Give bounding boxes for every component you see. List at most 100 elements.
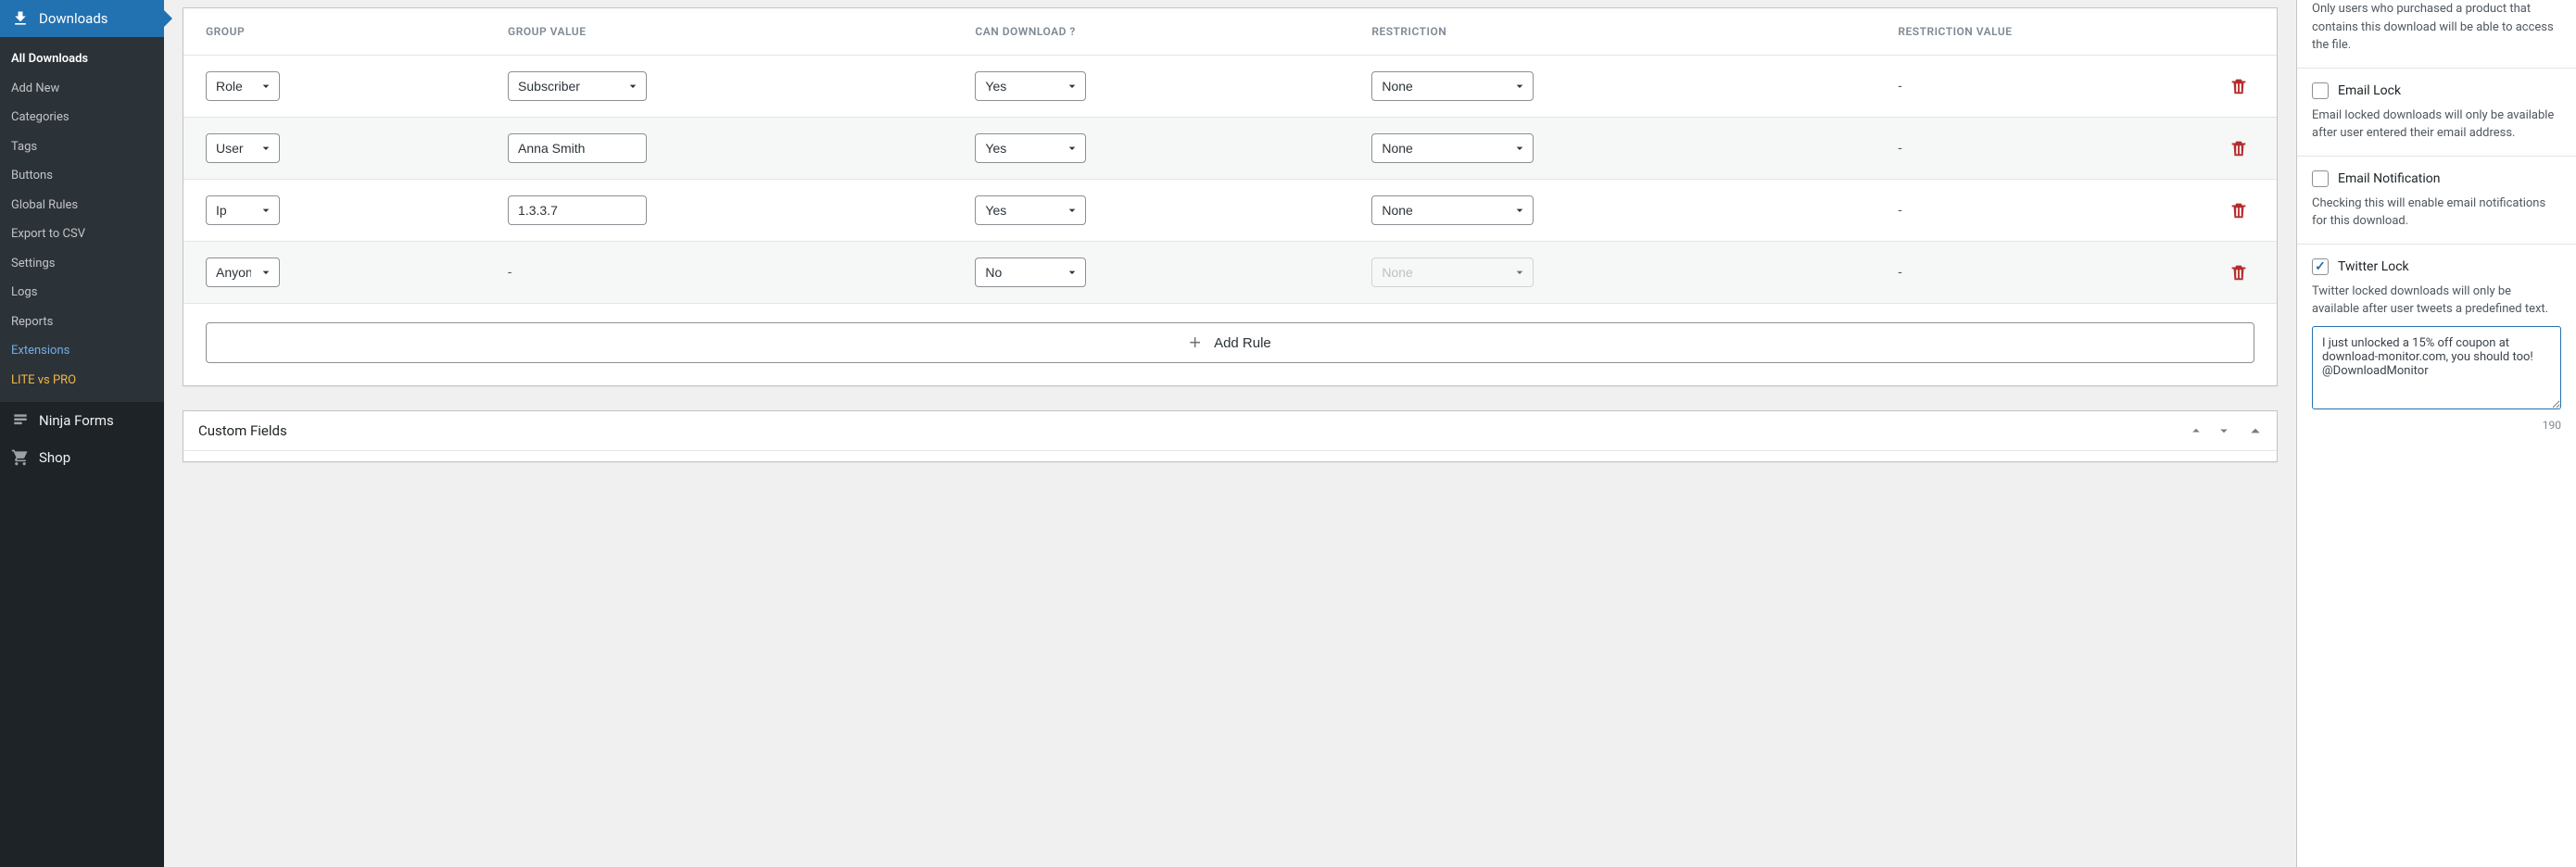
delete-rule-button[interactable] bbox=[2229, 75, 2249, 97]
sidebar-subitem-label: Categories bbox=[11, 110, 69, 124]
add-rule-button[interactable]: + Add Rule bbox=[206, 322, 2254, 363]
sidebar-subitem-export-csv[interactable]: Export to CSV bbox=[0, 220, 164, 249]
group-select[interactable]: User bbox=[206, 133, 280, 163]
sidebar-subitem-label: Buttons bbox=[11, 169, 53, 182]
restriction-value: - bbox=[1875, 118, 2206, 180]
caret-up-icon[interactable] bbox=[2249, 424, 2262, 437]
group-value-select[interactable]: Subscriber bbox=[508, 71, 647, 101]
sidebar-submenu: All Downloads Add New Categories Tags Bu… bbox=[0, 37, 164, 402]
sidebar-subitem-label: Global Rules bbox=[11, 198, 78, 212]
option-desc: Checking this will enable email notifica… bbox=[2312, 195, 2561, 231]
sidebar-item-label: Ninja Forms bbox=[39, 412, 114, 429]
can-download-select[interactable]: No bbox=[975, 258, 1086, 287]
sidebar-subitem-extensions[interactable]: Extensions bbox=[0, 336, 164, 366]
restriction-select[interactable]: None bbox=[1371, 195, 1534, 225]
restriction-select-disabled: None bbox=[1371, 258, 1534, 287]
option-block-email-notification: Email Notification Checking this will en… bbox=[2297, 157, 2576, 245]
admin-sidebar: Downloads All Downloads Add New Categori… bbox=[0, 0, 164, 867]
custom-fields-postbox: Custom Fields bbox=[183, 410, 2278, 462]
sidebar-subitem-label: LITE vs PRO bbox=[11, 373, 76, 387]
delete-rule-button[interactable] bbox=[2229, 199, 2249, 221]
chevron-up-icon[interactable] bbox=[2188, 422, 2204, 439]
option-label: Twitter Lock bbox=[2338, 258, 2409, 277]
form-icon bbox=[11, 411, 30, 430]
th-restriction-value: RESTRICTION VALUE bbox=[1875, 8, 2206, 56]
delete-rule-button[interactable] bbox=[2229, 261, 2249, 283]
char-count: 190 bbox=[2312, 417, 2561, 434]
email-lock-checkbox[interactable] bbox=[2312, 82, 2329, 99]
option-label: Email Notification bbox=[2338, 170, 2441, 189]
restriction-select[interactable]: None bbox=[1371, 71, 1534, 101]
option-block-email-lock: Email Lock Email locked downloads will o… bbox=[2297, 69, 2576, 157]
option-block-twitter-lock: Twitter Lock Twitter locked downloads wi… bbox=[2297, 245, 2576, 447]
can-download-select[interactable]: Yes bbox=[975, 195, 1086, 225]
can-download-select[interactable]: Yes bbox=[975, 133, 1086, 163]
group-select[interactable]: Ip bbox=[206, 195, 280, 225]
email-notification-checkbox[interactable] bbox=[2312, 170, 2329, 187]
add-rule-row: + Add Rule bbox=[183, 304, 2277, 386]
sidebar-subitem-tags[interactable]: Tags bbox=[0, 132, 164, 162]
postbox-handle-actions bbox=[2188, 422, 2262, 439]
restriction-value: - bbox=[1875, 56, 2206, 118]
rule-row: User Yes None - bbox=[183, 118, 2277, 180]
group-value-input[interactable] bbox=[508, 195, 647, 225]
sidebar-subitem-settings[interactable]: Settings bbox=[0, 249, 164, 279]
sidebar-subitem-global-rules[interactable]: Global Rules bbox=[0, 191, 164, 220]
th-actions bbox=[2206, 8, 2277, 56]
sidebar-subitem-lite-vs-pro[interactable]: LITE vs PRO bbox=[0, 366, 164, 396]
sidebar-subitem-label: Logs bbox=[11, 285, 37, 299]
option-desc: Email locked downloads will only be avai… bbox=[2312, 107, 2561, 143]
chevron-down-icon[interactable] bbox=[2216, 422, 2232, 439]
custom-fields-header[interactable]: Custom Fields bbox=[183, 411, 2277, 450]
sidebar-subitem-label: All Downloads bbox=[11, 52, 88, 66]
rule-row: Role Subscriber Yes None - bbox=[183, 56, 2277, 118]
option-desc: Only users who purchased a product that … bbox=[2312, 0, 2561, 55]
main-content: GROUP GROUP VALUE CAN DOWNLOAD ? RESTRIC… bbox=[164, 0, 2296, 867]
sidebar-subitem-label: Reports bbox=[11, 315, 53, 329]
twitter-lock-checkbox[interactable] bbox=[2312, 258, 2329, 275]
restriction-value: - bbox=[1875, 242, 2206, 304]
th-group: GROUP bbox=[183, 8, 486, 56]
sidebar-subitem-all-downloads[interactable]: All Downloads bbox=[0, 44, 164, 74]
group-value-dash: - bbox=[486, 242, 953, 304]
option-block-purchase: Only users who purchased a product that … bbox=[2297, 0, 2576, 69]
download-icon bbox=[11, 9, 30, 28]
sidebar-subitem-label: Add New bbox=[11, 82, 59, 95]
restriction-value: - bbox=[1875, 180, 2206, 242]
th-label: RESTRICTION VALUE bbox=[1898, 25, 2012, 38]
delete-rule-button[interactable] bbox=[2229, 137, 2249, 159]
group-select[interactable]: Role bbox=[206, 71, 280, 101]
group-value-input[interactable] bbox=[508, 133, 647, 163]
sidebar-subitem-logs[interactable]: Logs bbox=[0, 278, 164, 308]
sidebar-item-downloads[interactable]: Downloads bbox=[0, 0, 164, 37]
tweet-text-input[interactable] bbox=[2312, 326, 2561, 409]
sidebar-subitem-add-new[interactable]: Add New bbox=[0, 74, 164, 104]
sidebar-subitem-label: Export to CSV bbox=[11, 227, 85, 241]
sidebar-item-shop[interactable]: Shop bbox=[0, 439, 164, 476]
sidebar-subitem-buttons[interactable]: Buttons bbox=[0, 161, 164, 191]
sidebar-item-label: Downloads bbox=[39, 10, 108, 27]
th-can-download: CAN DOWNLOAD ? bbox=[953, 8, 1349, 56]
option-desc: Twitter locked downloads will only be av… bbox=[2312, 283, 2561, 319]
sidebar-subitem-reports[interactable]: Reports bbox=[0, 308, 164, 337]
sidebar-item-ninja-forms[interactable]: Ninja Forms bbox=[0, 402, 164, 439]
sidebar-subitem-label: Extensions bbox=[11, 344, 69, 358]
group-select[interactable]: Anyone bbox=[206, 258, 280, 287]
sidebar-subitem-label: Settings bbox=[11, 257, 55, 270]
custom-fields-title: Custom Fields bbox=[198, 422, 287, 439]
custom-fields-body bbox=[183, 450, 2277, 461]
rule-row: Ip Yes None - bbox=[183, 180, 2277, 242]
rules-table: GROUP GROUP VALUE CAN DOWNLOAD ? RESTRIC… bbox=[183, 8, 2277, 385]
can-download-select[interactable]: Yes bbox=[975, 71, 1086, 101]
restriction-select[interactable]: None bbox=[1371, 133, 1534, 163]
rules-postbox: GROUP GROUP VALUE CAN DOWNLOAD ? RESTRIC… bbox=[183, 7, 2278, 386]
meta-sidebar: Only users who purchased a product that … bbox=[2296, 0, 2576, 867]
cart-icon bbox=[11, 448, 30, 467]
option-label: Email Lock bbox=[2338, 82, 2401, 101]
th-label: CAN DOWNLOAD ? bbox=[975, 25, 1075, 38]
sidebar-subitem-label: Tags bbox=[11, 140, 37, 154]
th-restriction: RESTRICTION bbox=[1349, 8, 1875, 56]
add-rule-label: Add Rule bbox=[1214, 335, 1271, 351]
sidebar-subitem-categories[interactable]: Categories bbox=[0, 103, 164, 132]
rule-row: Anyone - No None - bbox=[183, 242, 2277, 304]
